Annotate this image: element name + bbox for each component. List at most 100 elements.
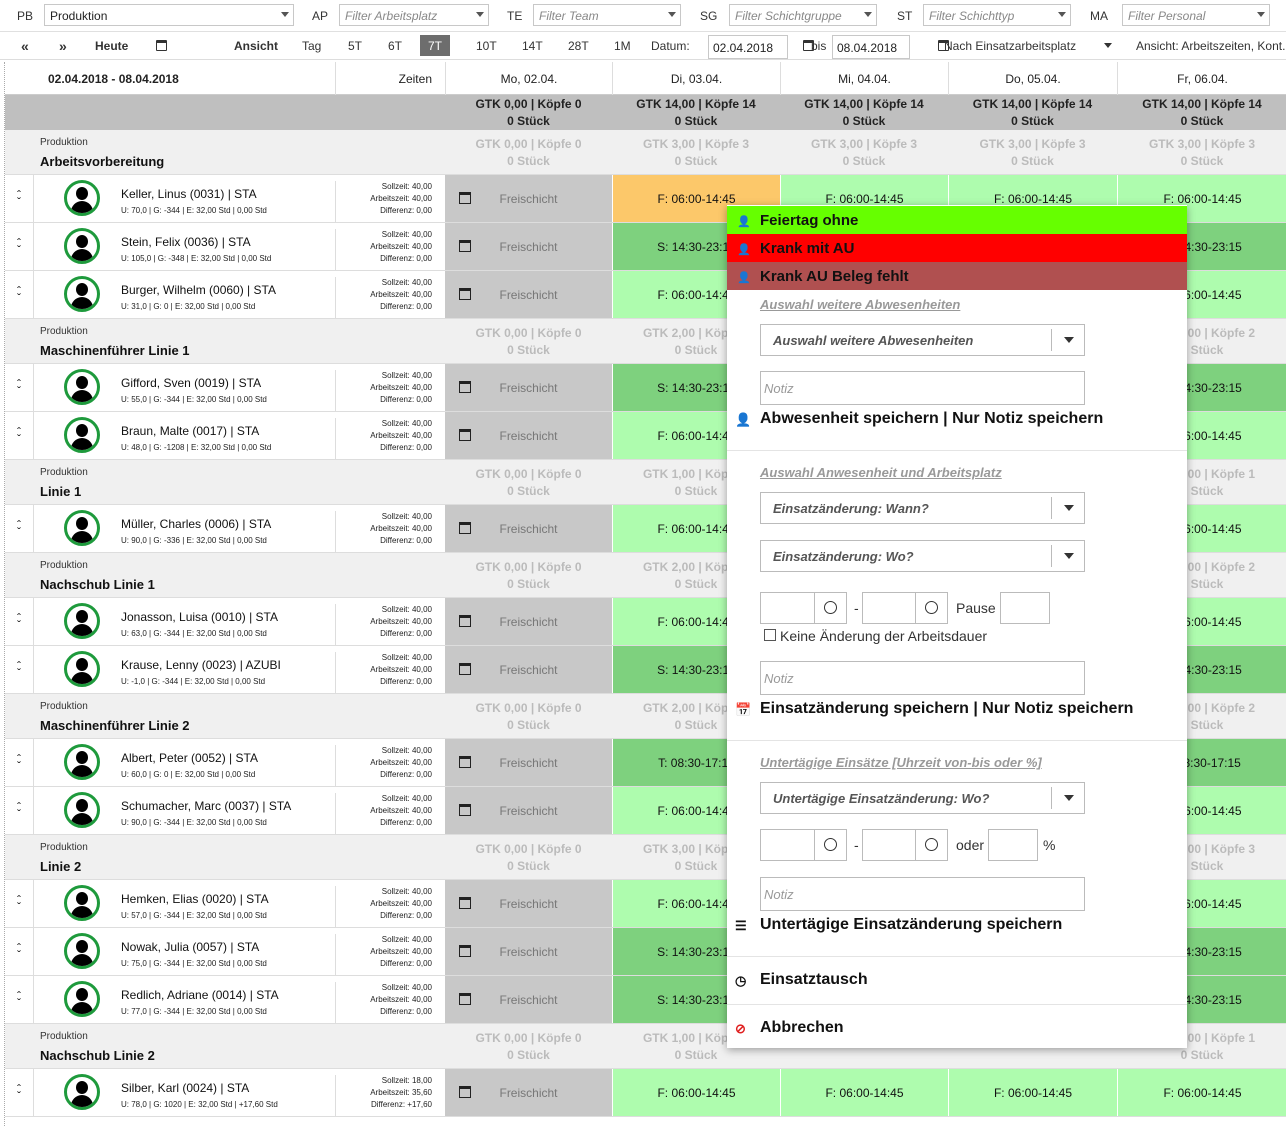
absence-option[interactable]: 👤 Krank AU Beleg fehlt (727, 262, 1187, 290)
save-change-button[interactable]: 📅 Einsatzänderung speichern | Nur Notiz s… (735, 700, 1133, 718)
pause-input[interactable] (1000, 592, 1050, 624)
chevron-down-icon[interactable] (1104, 43, 1112, 48)
drag-handle[interactable]: ˆˇ (5, 175, 34, 222)
filter-select-ap[interactable]: Filter Arbeitsplatz (339, 4, 489, 26)
absence-option[interactable]: 👤 Krank mit AU (727, 234, 1187, 262)
when-select[interactable]: Einsatzänderung: Wann? (760, 492, 1085, 524)
time-from-input[interactable] (760, 592, 847, 624)
intraday-to-input[interactable] (862, 829, 948, 861)
calendar-star-icon[interactable] (459, 192, 471, 204)
next-button[interactable]: » (59, 38, 67, 54)
zoom-button-7t[interactable]: 7T (420, 35, 451, 56)
calendar-star-icon[interactable] (459, 945, 471, 957)
calendar-star-icon[interactable] (459, 804, 471, 816)
intraday-from-input[interactable] (760, 829, 847, 861)
zoom-button-10t[interactable]: 10T (468, 35, 505, 56)
free-shift-cell[interactable]: Freischicht (445, 787, 612, 834)
drag-handle[interactable]: ˆˇ (5, 271, 34, 318)
day-header[interactable]: Di, 03.04. (612, 62, 780, 95)
calendar-star-icon[interactable] (459, 756, 471, 768)
date-from-input[interactable]: 02.04.2018 (708, 35, 788, 59)
save-intraday-button[interactable]: ☰ Untertägige Einsatzänderung speichern (735, 916, 1062, 934)
calendar-star-icon[interactable] (459, 1086, 471, 1098)
calendar-star-icon[interactable] (459, 897, 471, 909)
chevron-down-icon[interactable] (476, 12, 484, 17)
employee-name[interactable]: Braun, Malte (0017) | STA (121, 424, 259, 438)
cancel-button[interactable]: ⊘ Abbrechen (735, 1019, 844, 1037)
drag-handle[interactable]: ˆˇ (5, 505, 34, 552)
sort-arrows-icon[interactable]: ˆˇ (17, 519, 21, 538)
section-link-presence[interactable]: Auswahl Anwesenheit und Arbeitsplatz (760, 465, 1002, 480)
drag-handle[interactable]: ˆˇ (5, 598, 34, 645)
zoom-button-14t[interactable]: 14T (514, 35, 551, 56)
section-link-intraday[interactable]: Untertägige Einsätze [Uhrzeit von-bis od… (760, 755, 1042, 770)
drag-handle[interactable]: ˆˇ (5, 976, 34, 1023)
zoom-button-tag[interactable]: Tag (294, 35, 329, 56)
sort-arrows-icon[interactable]: ˆˇ (17, 990, 21, 1009)
drag-handle[interactable]: ˆˇ (5, 928, 34, 975)
employee-name[interactable]: Keller, Linus (0031) | STA (121, 187, 257, 201)
sort-arrows-icon[interactable]: ˆˇ (17, 378, 21, 397)
shift-cell[interactable]: F: 06:00-14:45 (1117, 1069, 1286, 1116)
employee-name[interactable]: Stein, Felix (0036) | STA (121, 235, 251, 249)
view-select[interactable]: Ansicht: Arbeitszeiten, Kont... (1136, 39, 1286, 53)
clock-icon[interactable] (915, 593, 947, 623)
zoom-button-5t[interactable]: 5T (340, 35, 370, 56)
sort-arrows-icon[interactable]: ˆˇ (17, 753, 21, 772)
chevron-down-icon[interactable] (1064, 505, 1074, 511)
free-shift-cell[interactable]: Freischicht (445, 646, 612, 693)
change-note-input[interactable]: Notiz (760, 661, 1085, 695)
drag-handle[interactable]: ˆˇ (5, 412, 34, 459)
calendar-star-icon[interactable] (459, 615, 471, 627)
calendar-star-icon[interactable] (459, 240, 471, 252)
zoom-button-28t[interactable]: 28T (560, 35, 597, 56)
zoom-button-6t[interactable]: 6T (380, 35, 410, 56)
drag-handle[interactable]: ˆˇ (5, 1069, 34, 1116)
calendar-star-icon[interactable] (459, 993, 471, 1005)
sort-arrows-icon[interactable]: ˆˇ (17, 801, 21, 820)
intraday-note-input[interactable]: Notiz (760, 877, 1085, 911)
sort-arrows-icon[interactable]: ˆˇ (17, 285, 21, 304)
free-shift-cell[interactable]: Freischicht (445, 364, 612, 411)
prev-button[interactable]: « (21, 38, 29, 54)
employee-name[interactable]: Albert, Peter (0052) | STA (121, 751, 258, 765)
keine-checkbox[interactable] (764, 629, 776, 641)
swap-shift-button[interactable]: ◷ Einsatztausch (735, 971, 868, 989)
day-header[interactable]: Fr, 06.04. (1117, 62, 1286, 95)
clock-icon[interactable] (814, 593, 846, 623)
drag-handle[interactable]: ˆˇ (5, 364, 34, 411)
filter-select-te[interactable]: Filter Team (533, 4, 681, 26)
filter-select-sg[interactable]: Filter Schichtgruppe (729, 4, 877, 26)
percent-input[interactable] (988, 829, 1038, 861)
free-shift-cell[interactable]: Freischicht (445, 223, 612, 270)
where-select[interactable]: Einsatzänderung: Wo? (760, 540, 1085, 572)
calendar-star-icon[interactable] (459, 288, 471, 300)
free-shift-cell[interactable]: Freischicht (445, 271, 612, 318)
chevron-down-icon[interactable] (1064, 795, 1074, 801)
drag-handle[interactable]: ˆˇ (5, 223, 34, 270)
sort-select[interactable]: Nach Einsatzarbeitsplatz (944, 39, 1076, 53)
drag-handle[interactable]: ˆˇ (5, 739, 34, 786)
drag-handle[interactable]: ˆˇ (5, 787, 34, 834)
calendar-icon[interactable] (156, 40, 167, 51)
sort-arrows-icon[interactable]: ˆˇ (17, 237, 21, 256)
employee-name[interactable]: Burger, Wilhelm (0060) | STA (121, 283, 276, 297)
chevron-down-icon[interactable] (864, 12, 872, 17)
chevron-down-icon[interactable] (1058, 12, 1066, 17)
absence-note-input[interactable]: Notiz (760, 371, 1085, 405)
filter-select-pb[interactable]: Produktion (44, 4, 294, 26)
employee-name[interactable]: Redlich, Adriane (0014) | STA (121, 988, 279, 1002)
filter-select-st[interactable]: Filter Schichttyp (923, 4, 1071, 26)
employee-name[interactable]: Silber, Karl (0024) | STA (121, 1081, 249, 1095)
shift-cell[interactable]: F: 06:00-14:45 (948, 1069, 1117, 1116)
sort-arrows-icon[interactable]: ˆˇ (17, 612, 21, 631)
date-to-input[interactable]: 08.04.2018 (832, 35, 910, 59)
sort-arrows-icon[interactable]: ˆˇ (17, 660, 21, 679)
employee-name[interactable]: Schumacher, Marc (0037) | STA (121, 799, 291, 813)
absence-option[interactable]: 👤 Feiertag ohne (727, 206, 1187, 234)
employee-name[interactable]: Nowak, Julia (0057) | STA (121, 940, 259, 954)
calendar-star-icon[interactable] (459, 381, 471, 393)
shift-cell[interactable]: F: 06:00-14:45 (780, 1069, 948, 1116)
calendar-star-icon[interactable] (459, 522, 471, 534)
chevron-down-icon[interactable] (1257, 12, 1265, 17)
